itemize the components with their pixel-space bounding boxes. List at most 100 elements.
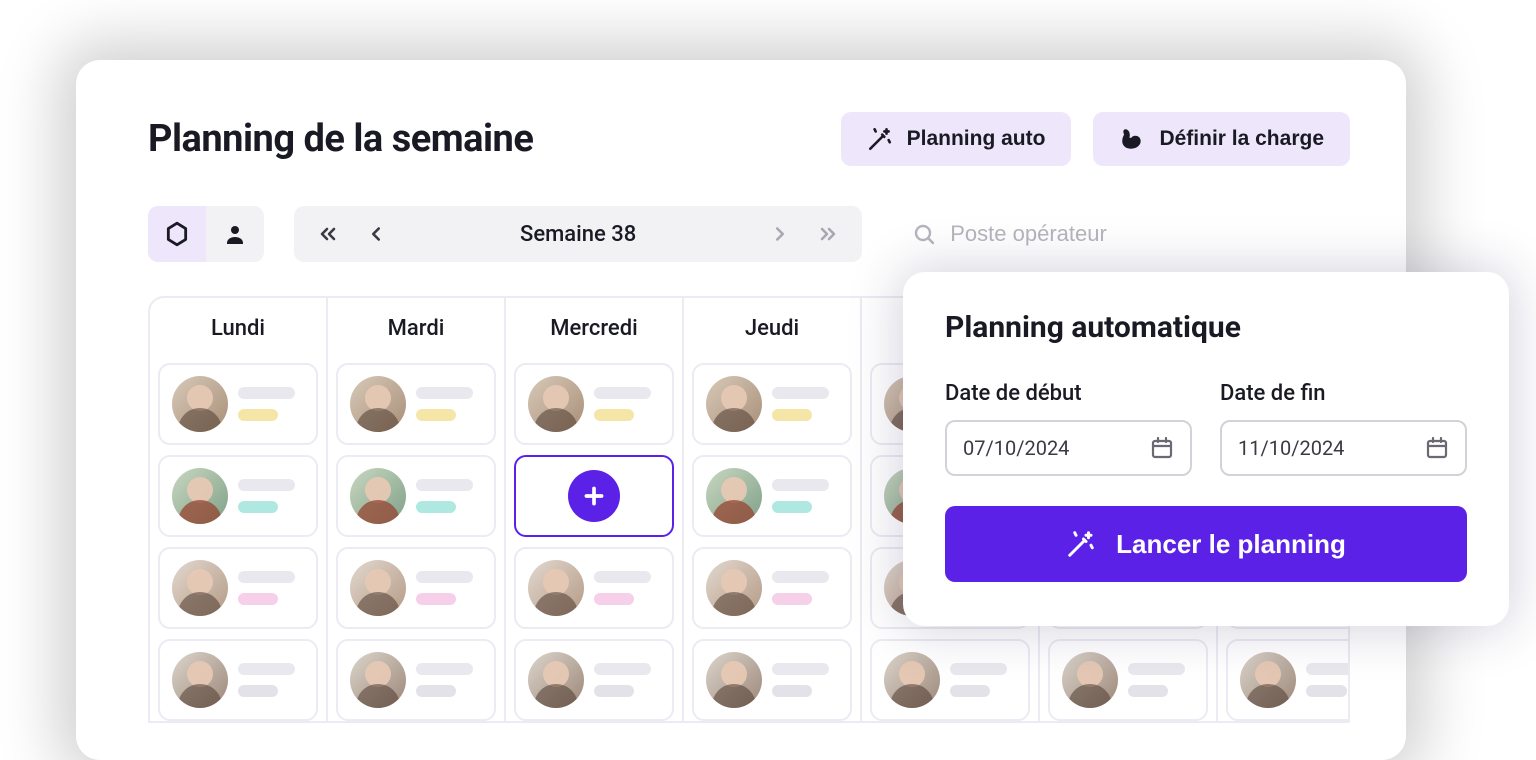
assignment-card[interactable] (514, 639, 674, 721)
card-lines (416, 663, 482, 697)
start-date-label: Date de début (945, 381, 1192, 406)
assignment-card[interactable] (336, 455, 496, 537)
search-wrap (892, 206, 1190, 262)
hexagon-icon (164, 221, 190, 247)
next-button[interactable] (756, 210, 804, 258)
define-charge-label: Définir la charge (1159, 127, 1324, 151)
arm-flex-icon (1119, 126, 1145, 152)
card-lines (238, 571, 304, 605)
card-lines (238, 479, 304, 513)
calendar-icon (1150, 436, 1174, 460)
card-lines (772, 479, 838, 513)
avatar (706, 468, 762, 524)
end-date-field: Date de fin 11/10/2024 (1220, 381, 1467, 476)
avatar (528, 652, 584, 708)
prev-fast-button[interactable] (304, 210, 352, 258)
assignment-card[interactable] (692, 455, 852, 537)
card-lines (238, 387, 304, 421)
plus-icon (568, 470, 620, 522)
avatar (1062, 652, 1118, 708)
start-date-input[interactable]: 07/10/2024 (945, 420, 1192, 476)
toolbar-row: Semaine 38 (148, 206, 1350, 262)
page-title: Planning de la semaine (148, 117, 533, 161)
planning-auto-popover: Planning automatique Date de début 07/10… (903, 272, 1509, 626)
card-lines (772, 663, 838, 697)
assignment-card[interactable] (692, 363, 852, 445)
assignment-card[interactable] (158, 363, 318, 445)
planning-auto-button[interactable]: Planning auto (841, 112, 1072, 166)
date-row: Date de début 07/10/2024 Date de fin 11/… (945, 381, 1467, 476)
week-label: Semaine 38 (400, 222, 756, 247)
assignment-card[interactable] (692, 639, 852, 721)
week-navigator: Semaine 38 (294, 206, 862, 262)
assignment-card[interactable] (1048, 639, 1208, 721)
avatar (706, 560, 762, 616)
card-lines (950, 663, 1016, 697)
wand-icon (1066, 529, 1096, 559)
card-lines (1128, 663, 1194, 697)
card-lines (238, 663, 304, 697)
avatar (884, 652, 940, 708)
planning-auto-label: Planning auto (907, 127, 1046, 151)
view-toggle-person[interactable] (206, 206, 264, 262)
define-charge-button[interactable]: Définir la charge (1093, 112, 1350, 166)
card-lines (594, 571, 660, 605)
day-header: Lundi (150, 298, 326, 357)
card-lines (416, 479, 482, 513)
header-row: Planning de la semaine Planning auto Déf… (148, 112, 1350, 166)
card-lines (772, 387, 838, 421)
person-icon (223, 222, 247, 246)
assignment-card[interactable] (870, 639, 1030, 721)
avatar (172, 468, 228, 524)
assignment-card[interactable] (158, 455, 318, 537)
day-header: Mardi (328, 298, 504, 357)
card-lines (594, 387, 660, 421)
day-header: Jeudi (684, 298, 860, 357)
chevron-right-icon (769, 223, 791, 245)
assignment-card[interactable] (514, 363, 674, 445)
day-column (506, 357, 684, 721)
end-date-label: Date de fin (1220, 381, 1467, 406)
day-header: Mercredi (506, 298, 682, 357)
avatar (350, 468, 406, 524)
avatar (528, 376, 584, 432)
day-column (150, 357, 328, 721)
avatar (172, 376, 228, 432)
chevrons-left-icon (316, 222, 340, 246)
end-date-input[interactable]: 11/10/2024 (1220, 420, 1467, 476)
view-toggle-resource[interactable] (148, 206, 206, 262)
day-column (328, 357, 506, 721)
chevrons-right-icon (816, 222, 840, 246)
assignment-card[interactable] (514, 547, 674, 629)
end-date-value: 11/10/2024 (1238, 436, 1344, 460)
start-date-value: 07/10/2024 (963, 436, 1069, 460)
assignment-card[interactable] (158, 547, 318, 629)
assignment-card[interactable] (1226, 639, 1350, 721)
assignment-card[interactable] (336, 547, 496, 629)
search-input[interactable] (950, 221, 1170, 247)
card-lines (416, 387, 482, 421)
view-toggle (148, 206, 264, 262)
add-assignment-button[interactable] (514, 455, 674, 537)
assignment-card[interactable] (692, 547, 852, 629)
avatar (172, 560, 228, 616)
avatar (706, 376, 762, 432)
assignment-card[interactable] (336, 639, 496, 721)
day-column (684, 357, 862, 721)
next-fast-button[interactable] (804, 210, 852, 258)
calendar-icon (1425, 436, 1449, 460)
assignment-card[interactable] (336, 363, 496, 445)
card-lines (1306, 663, 1350, 697)
wand-icon (867, 126, 893, 152)
avatar (528, 560, 584, 616)
avatar (1240, 652, 1296, 708)
popover-title: Planning automatique (945, 310, 1467, 345)
start-date-field: Date de début 07/10/2024 (945, 381, 1192, 476)
prev-button[interactable] (352, 210, 400, 258)
avatar (350, 652, 406, 708)
card-lines (772, 571, 838, 605)
avatar (172, 652, 228, 708)
assignment-card[interactable] (158, 639, 318, 721)
launch-planning-label: Lancer le planning (1116, 529, 1346, 560)
launch-planning-button[interactable]: Lancer le planning (945, 506, 1467, 582)
